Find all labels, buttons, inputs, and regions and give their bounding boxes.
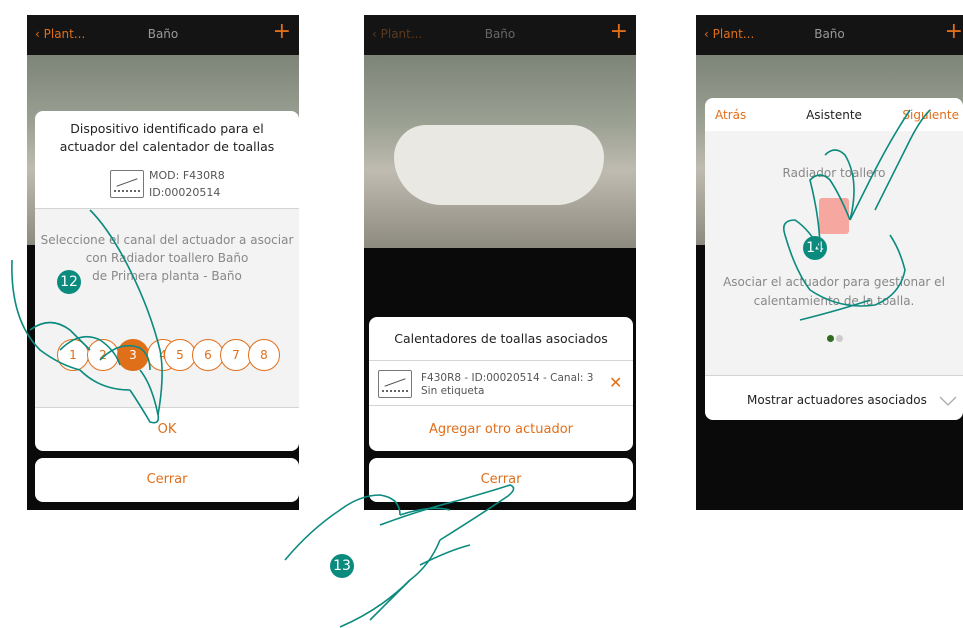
description-line-2: calentamiento de la toalla. xyxy=(753,294,915,308)
channel-2-button[interactable]: 2 xyxy=(87,339,119,371)
nav-title: Baño xyxy=(147,27,179,41)
description-line-1: Asociar el actuador para gestionar el xyxy=(723,275,945,289)
nav-title: Baño xyxy=(484,27,516,41)
close-button[interactable]: Cerrar xyxy=(35,472,299,487)
phone-screen-1: ‹ Plant... Baño + Dispositivo identifica… xyxy=(27,15,299,510)
page-dot-active xyxy=(827,335,834,342)
channel-1-button[interactable]: 1 xyxy=(57,339,89,371)
divider xyxy=(705,375,963,376)
plus-icon[interactable]: + xyxy=(610,21,628,43)
channel-8-button[interactable]: 8 xyxy=(248,339,280,371)
wizard-next-button[interactable]: Siguiente xyxy=(902,108,959,122)
room-photo xyxy=(364,55,636,248)
nav-bar: ‹ Plant... Baño + xyxy=(696,15,963,55)
bathtub-image xyxy=(394,125,604,205)
instruction-line-2: con Radiador toallero Baño xyxy=(85,251,249,265)
actuator-item-line-1: F430R8 - ID:00020514 - Canal: 3 xyxy=(421,372,594,384)
dialog-title: Dispositivo identificado para el actuado… xyxy=(59,121,275,154)
nav-title: Baño xyxy=(814,27,845,41)
device-name: Radiador toallero xyxy=(782,166,886,180)
show-actuators-button[interactable]: Mostrar actuadores asociados xyxy=(747,393,927,407)
wizard-dialog: Atrás Asistente Siguiente Radiador toall… xyxy=(705,98,963,420)
nav-bar: ‹ Plant... Baño + xyxy=(364,15,636,55)
add-actuator-button[interactable]: Agregar otro actuador xyxy=(369,422,633,437)
page-dot-inactive xyxy=(836,335,843,342)
close-x-icon[interactable]: ✕ xyxy=(609,373,622,392)
dialog-title: Calentadores de toallas asociados xyxy=(394,331,608,346)
channel-3-button[interactable]: 3 xyxy=(117,339,149,371)
phone-screen-3: ‹ Plant... Baño + Atrás Asistente Siguie… xyxy=(696,15,963,510)
plus-icon[interactable]: + xyxy=(273,21,291,43)
towel-radiator-icon xyxy=(819,198,849,234)
device-mod: MOD: F430R8 xyxy=(149,169,225,182)
close-button-card[interactable]: Cerrar xyxy=(369,458,633,502)
step-badge-12: 12 xyxy=(57,270,81,294)
actuator-item-line-2: Sin etiqueta xyxy=(421,385,485,397)
step-badge-13: 13 xyxy=(330,554,354,578)
phone-screen-2: ‹ Plant... Baño + Calentadores de toalla… xyxy=(364,15,636,510)
ok-button[interactable]: OK xyxy=(35,422,299,437)
close-button-card[interactable]: Cerrar xyxy=(35,458,299,502)
divider xyxy=(369,360,633,361)
device-id: ID:00020514 xyxy=(149,186,221,199)
plus-icon[interactable]: + xyxy=(945,21,963,43)
step-badge-14: 14 xyxy=(803,236,827,260)
divider xyxy=(35,407,299,408)
actuator-device-icon xyxy=(110,170,144,198)
chevron-down-icon[interactable] xyxy=(939,395,957,407)
divider xyxy=(369,405,633,406)
instruction-line-1: Seleccione el canal del actuador a asoci… xyxy=(40,233,294,247)
associated-dialog: Calentadores de toallas asociados F430R8… xyxy=(369,317,633,451)
close-button[interactable]: Cerrar xyxy=(369,472,633,487)
nav-bar: ‹ Plant... Baño + xyxy=(27,15,299,55)
actuator-device-icon xyxy=(378,370,412,398)
